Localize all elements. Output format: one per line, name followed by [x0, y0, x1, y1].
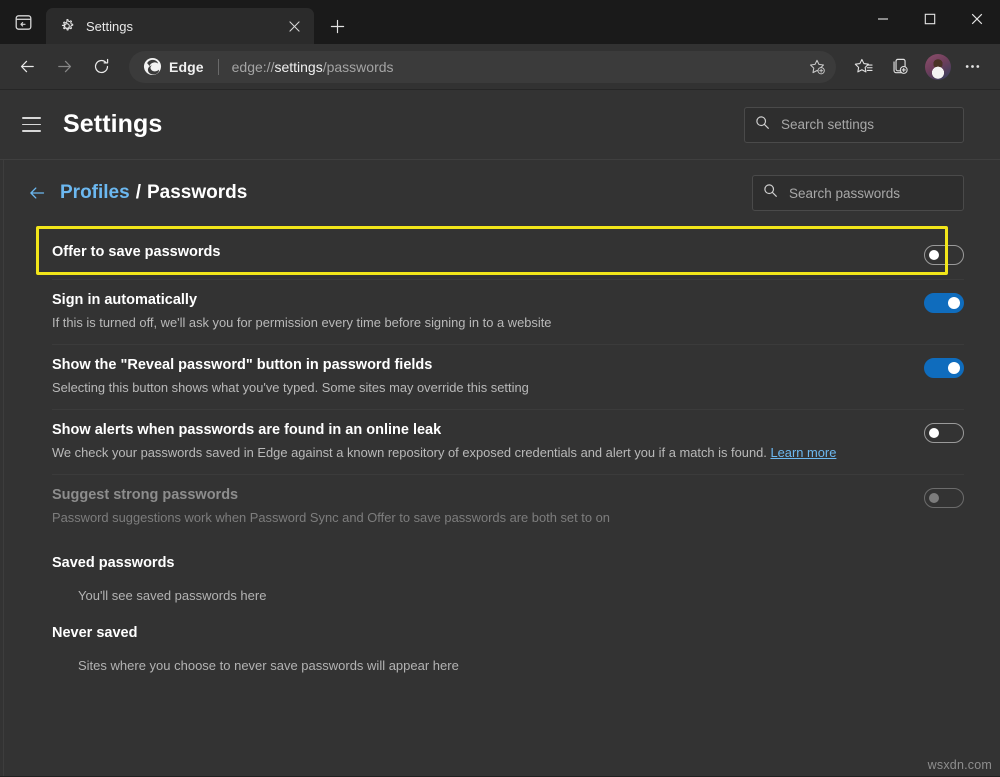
setting-title: Sign in automatically — [52, 291, 900, 310]
refresh-button[interactable] — [84, 50, 118, 84]
setting-title: Show the "Reveal password" button in pas… — [52, 356, 900, 375]
toggle-online-leak-alerts[interactable] — [924, 423, 964, 443]
toggle-offer-to-save-passwords[interactable] — [924, 245, 964, 265]
watermark: wsxdn.com — [928, 758, 992, 772]
search-settings-input[interactable]: Search settings — [744, 107, 964, 143]
settings-content: Profiles / Passwords Search passwords Of… — [0, 160, 1000, 675]
section-title: Saved passwords — [52, 553, 964, 573]
close-window-button[interactable] — [953, 0, 1000, 38]
setting-text: Suggest strong passwords Password sugges… — [52, 486, 924, 527]
breadcrumb-parent-link[interactable]: Profiles — [60, 182, 130, 204]
new-tab-button[interactable] — [320, 9, 354, 43]
setting-description: Selecting this button shows what you've … — [52, 379, 900, 397]
search-passwords-input[interactable]: Search passwords — [752, 175, 964, 211]
setting-row-online-leak-alerts: Show alerts when passwords are found in … — [52, 410, 964, 475]
setting-row-reveal-password-button: Show the "Reveal password" button in pas… — [52, 345, 964, 410]
collections-button[interactable] — [883, 50, 917, 84]
toggle-reveal-password-button[interactable] — [924, 358, 964, 378]
setting-title: Offer to save passwords — [52, 243, 900, 262]
left-rail-divider — [3, 160, 4, 776]
settings-page: Profiles / Passwords Search passwords Of… — [0, 160, 1000, 776]
browser-tab-settings[interactable]: Settings — [46, 8, 314, 44]
breadcrumb-separator: / — [136, 182, 141, 204]
maximize-button[interactable] — [906, 0, 953, 38]
setting-description: Password suggestions work when Password … — [52, 509, 900, 527]
breadcrumb-current: Passwords — [147, 182, 247, 204]
setting-text: Offer to save passwords — [52, 243, 924, 262]
url-suffix: /passwords — [323, 59, 394, 75]
setting-description: We check your passwords saved in Edge ag… — [52, 444, 900, 462]
edge-logo-icon — [143, 57, 162, 76]
setting-row-offer-to-save-passwords: Offer to save passwords — [52, 228, 964, 280]
title-bar: Settings — [0, 0, 1000, 44]
setting-row-sign-in-automatically: Sign in automatically If this is turned … — [52, 280, 964, 345]
setting-description-text: We check your passwords saved in Edge ag… — [52, 445, 767, 460]
minimize-button[interactable] — [859, 0, 906, 38]
url-prefix: edge:// — [232, 59, 275, 75]
setting-text: Show the "Reveal password" button in pas… — [52, 356, 924, 397]
setting-text: Show alerts when passwords are found in … — [52, 421, 924, 462]
omnibox-separator — [218, 59, 219, 75]
back-button[interactable] — [10, 50, 44, 84]
ellipsis-icon[interactable] — [955, 50, 989, 84]
url-bold: settings — [274, 59, 322, 75]
toggle-sign-in-automatically[interactable] — [924, 293, 964, 313]
favorites-button[interactable] — [846, 50, 880, 84]
setting-title: Suggest strong passwords — [52, 486, 900, 505]
section-saved-passwords: Saved passwords You'll see saved passwor… — [52, 553, 964, 605]
avatar[interactable] — [925, 54, 951, 80]
breadcrumb: Profiles / Passwords Search passwords — [52, 160, 964, 226]
address-bar[interactable]: Edge edge://settings/passwords — [129, 51, 836, 83]
toggle-suggest-strong-passwords — [924, 488, 964, 508]
learn-more-link[interactable]: Learn more — [770, 445, 836, 460]
search-icon — [755, 115, 770, 135]
setting-title: Show alerts when passwords are found in … — [52, 421, 900, 440]
hamburger-icon[interactable] — [10, 104, 52, 146]
search-icon — [763, 183, 778, 203]
tab-title: Settings — [86, 19, 282, 34]
star-plus-icon[interactable] — [802, 53, 832, 81]
section-title: Never saved — [52, 623, 964, 643]
settings-header: Settings Search settings — [0, 90, 1000, 160]
section-empty-text: Sites where you choose to never save pas… — [78, 657, 964, 675]
browser-toolbar: Edge edge://settings/passwords — [0, 44, 1000, 90]
breadcrumb-text: Profiles / Passwords — [60, 182, 247, 204]
tab-close-icon[interactable] — [282, 14, 306, 38]
window-caption-buttons — [859, 0, 1000, 38]
url-text: edge://settings/passwords — [232, 59, 802, 75]
setting-row-suggest-strong-passwords: Suggest strong passwords Password sugges… — [52, 475, 964, 539]
omnibox-brand-label: Edge — [169, 59, 204, 75]
setting-description: If this is turned off, we'll ask you for… — [52, 314, 900, 332]
section-empty-text: You'll see saved passwords here — [78, 587, 964, 605]
settings-rows: Offer to save passwords Sign in automati… — [52, 228, 964, 539]
section-never-saved: Never saved Sites where you choose to ne… — [52, 623, 964, 675]
back-arrow-icon[interactable] — [22, 178, 52, 208]
setting-text: Sign in automatically If this is turned … — [52, 291, 924, 332]
search-settings-placeholder: Search settings — [781, 117, 874, 132]
gear-icon — [58, 17, 76, 35]
forward-button[interactable] — [47, 50, 81, 84]
page-title: Settings — [63, 110, 162, 139]
search-passwords-placeholder: Search passwords — [789, 186, 900, 201]
tab-actions-icon[interactable] — [0, 0, 46, 44]
